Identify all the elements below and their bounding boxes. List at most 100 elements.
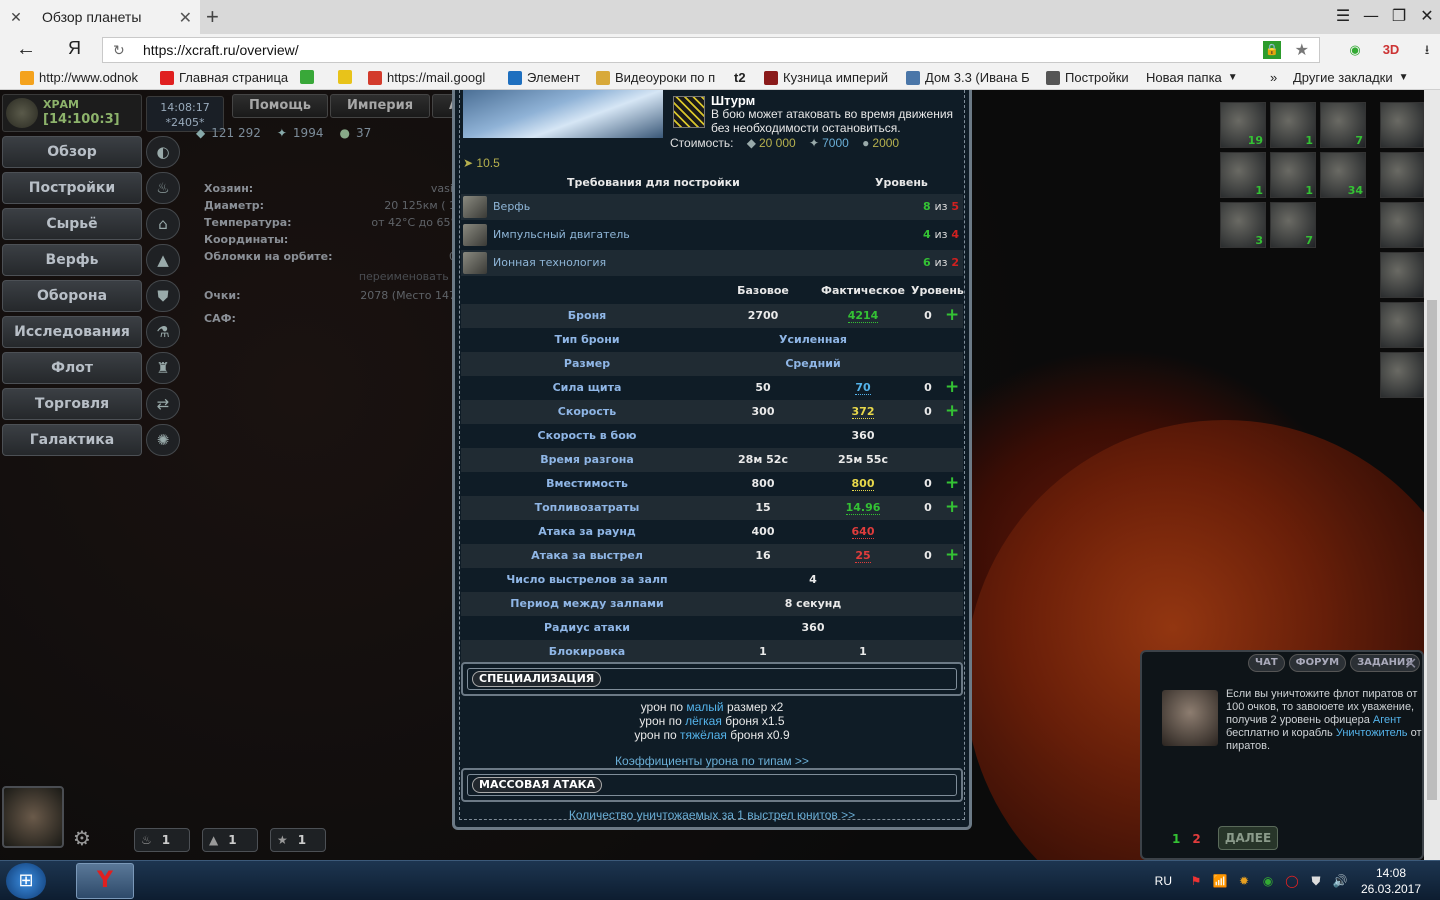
bookmark-other[interactable]: Другие закладки ▼ bbox=[1293, 70, 1409, 85]
planet-icon[interactable]: ◐ bbox=[146, 136, 180, 168]
url-text[interactable]: https://xcraft.ru/overview/ bbox=[143, 42, 299, 58]
nav-research-button[interactable]: Исследования bbox=[2, 316, 142, 348]
bookmark-kuznitsa[interactable]: Кузница империй bbox=[764, 70, 888, 85]
bookmark-gmail[interactable]: https://mail.googl bbox=[368, 70, 485, 85]
minimize-button[interactable]: — bbox=[1358, 0, 1384, 34]
fleet-thumb[interactable]: 1 bbox=[1270, 102, 1316, 148]
fleet-thumb[interactable] bbox=[1380, 202, 1424, 248]
flag-icon[interactable]: ⚑ bbox=[1188, 873, 1204, 889]
fleet-thumb[interactable] bbox=[1380, 152, 1424, 198]
nav-help[interactable]: Помощь bbox=[232, 94, 328, 118]
extension-icon[interactable]: ◉ bbox=[1342, 39, 1368, 61]
shield-icon[interactable]: ⛊ bbox=[1308, 873, 1324, 889]
fleet-thumb[interactable] bbox=[1380, 302, 1424, 348]
upgrade-plus-icon[interactable]: + bbox=[945, 497, 959, 517]
requirement-link[interactable]: Импульсный двигатель bbox=[493, 228, 630, 241]
fleet-thumb[interactable] bbox=[1380, 252, 1424, 298]
upgrade-plus-icon[interactable]: + bbox=[945, 401, 959, 421]
mass-attack-link[interactable]: Количество уничтожаемых за 1 выстрел юни… bbox=[461, 808, 963, 822]
close-window-button[interactable]: ✕ bbox=[1414, 0, 1440, 34]
page-1[interactable]: 1 bbox=[1172, 832, 1180, 846]
fleet-thumb[interactable]: 34 bbox=[1320, 152, 1366, 198]
nav-defense-button[interactable]: Оборона bbox=[2, 280, 142, 312]
browser-tab[interactable]: ✕ Обзор планеты ✕ bbox=[0, 0, 200, 34]
commander-avatar[interactable] bbox=[2, 786, 64, 848]
opera-icon[interactable]: ◯ bbox=[1284, 873, 1300, 889]
bookmark-youtube[interactable]: Главная страница bbox=[160, 70, 288, 85]
yandex-logo-icon[interactable]: Я bbox=[68, 38, 81, 59]
mass-attack-title[interactable]: МАССОВАЯ АТАКА bbox=[472, 777, 603, 793]
agent-link[interactable]: Агент bbox=[1373, 714, 1401, 726]
reload-icon[interactable]: ↻ bbox=[113, 42, 125, 59]
back-arrow-icon[interactable]: ← bbox=[16, 38, 36, 61]
galaxy-icon[interactable]: ✺ bbox=[146, 424, 180, 456]
exchange-icon[interactable]: ⇄ bbox=[146, 388, 180, 420]
menu-icon[interactable]: ☰ bbox=[1330, 0, 1356, 34]
bookmark-postroiki[interactable]: Постройки bbox=[1046, 70, 1129, 85]
gear-icon[interactable]: ⚙ bbox=[68, 824, 96, 852]
restore-button[interactable]: ❐ bbox=[1386, 0, 1412, 34]
start-button[interactable]: ⊞ bbox=[6, 863, 46, 899]
nav-fleet-button[interactable]: Флот bbox=[2, 352, 142, 384]
network-icon[interactable]: 📶 bbox=[1212, 873, 1228, 889]
fleet-thumb[interactable] bbox=[1380, 352, 1424, 398]
bookmark-folder[interactable]: Новая папка ▼ bbox=[1146, 70, 1238, 85]
destroyer-link[interactable]: Уничтожитель bbox=[1336, 727, 1408, 739]
close-chat-icon[interactable]: ✕ bbox=[1404, 654, 1417, 673]
fleet-thumb[interactable]: 1 bbox=[1220, 152, 1266, 198]
bookmark-yellow[interactable] bbox=[338, 70, 357, 84]
shield-icon[interactable]: ⛊ bbox=[146, 280, 180, 312]
url-field[interactable]: ↻ https://xcraft.ru/overview/ 🔒 ★ bbox=[102, 37, 1320, 63]
fleet-thumb[interactable]: 3 bbox=[1220, 202, 1266, 248]
3d-extension-icon[interactable]: 3D bbox=[1378, 39, 1404, 61]
app-tray-icon[interactable]: ✹ bbox=[1236, 873, 1252, 889]
antivirus-icon[interactable]: ◉ bbox=[1260, 873, 1276, 889]
page-scrollbar[interactable] bbox=[1424, 90, 1440, 860]
upgrade-plus-icon[interactable]: + bbox=[945, 545, 959, 565]
flask-icon[interactable]: ⚗ bbox=[146, 316, 180, 348]
taskbar-clock[interactable]: 14:08 26.03.2017 bbox=[1356, 865, 1426, 897]
requirement-link[interactable]: Верфь bbox=[493, 200, 530, 213]
queue-shipyard[interactable]: ▲ 1 bbox=[202, 828, 258, 852]
upgrade-plus-icon[interactable]: + bbox=[945, 377, 959, 397]
new-tab-button[interactable]: + bbox=[206, 4, 219, 30]
close-tab-icon[interactable]: ✕ bbox=[179, 8, 192, 28]
damage-coef-link[interactable]: Коэффициенты урона по типам >> bbox=[461, 754, 963, 768]
nav-overview-button[interactable]: Обзор bbox=[2, 136, 142, 168]
queue-research[interactable]: ★ 1 bbox=[270, 828, 326, 852]
requirement-link[interactable]: Ионная технология bbox=[493, 256, 606, 269]
volume-icon[interactable]: 🔊 bbox=[1332, 873, 1348, 889]
bookmark-green[interactable] bbox=[300, 70, 319, 84]
upgrade-plus-icon[interactable]: + bbox=[945, 473, 959, 493]
lock-icon[interactable]: 🔒 bbox=[1263, 41, 1281, 59]
nav-trade-button[interactable]: Торговля bbox=[2, 388, 142, 420]
bookmark-vk[interactable]: Дом 3.3 (Ивана Б bbox=[906, 70, 1030, 85]
fleet-thumb[interactable]: 7 bbox=[1270, 202, 1316, 248]
ship-icon[interactable]: ♜ bbox=[146, 352, 180, 384]
bookmark-odnoklassniki[interactable]: http://www.odnok bbox=[20, 70, 138, 85]
nav-empire[interactable]: Империя bbox=[329, 94, 431, 118]
factory-icon[interactable]: ⌂ bbox=[146, 208, 180, 240]
page-2[interactable]: 2 bbox=[1192, 832, 1200, 846]
nav-shipyard-button[interactable]: Верфь bbox=[2, 244, 142, 276]
queue-buildings[interactable]: ♨ 1 bbox=[134, 828, 190, 852]
bookmarks-overflow[interactable]: » bbox=[1270, 70, 1277, 85]
fleet-thumb[interactable]: 7 bbox=[1320, 102, 1366, 148]
nav-buildings-button[interactable]: Постройки bbox=[2, 172, 142, 204]
language-indicator[interactable]: RU bbox=[1155, 874, 1172, 888]
fleet-thumb[interactable]: 1 bbox=[1270, 152, 1316, 198]
tab-forum[interactable]: ФОРУМ bbox=[1288, 654, 1347, 672]
fire-icon[interactable]: ♨ bbox=[146, 172, 180, 204]
tab-chat[interactable]: ЧАТ bbox=[1248, 654, 1285, 672]
nav-galaxy-button[interactable]: Галактика bbox=[2, 424, 142, 456]
fleet-thumb[interactable] bbox=[1380, 102, 1424, 148]
yandex-browser-taskbar-button[interactable]: Y bbox=[76, 863, 134, 899]
rename-link[interactable]: переименовать / bbox=[196, 270, 456, 287]
scrollbar-thumb[interactable] bbox=[1427, 300, 1437, 800]
bookmark-video[interactable]: Видеоуроки по п bbox=[596, 70, 715, 85]
bookmark-star-icon[interactable]: ★ bbox=[1295, 40, 1309, 60]
specialization-title[interactable]: СПЕЦИАЛИЗАЦИЯ bbox=[472, 671, 602, 687]
bookmark-element[interactable]: Элемент bbox=[508, 70, 580, 85]
nav-resources-button[interactable]: Сырьё bbox=[2, 208, 142, 240]
bookmark-t2[interactable]: t2 bbox=[734, 70, 746, 85]
